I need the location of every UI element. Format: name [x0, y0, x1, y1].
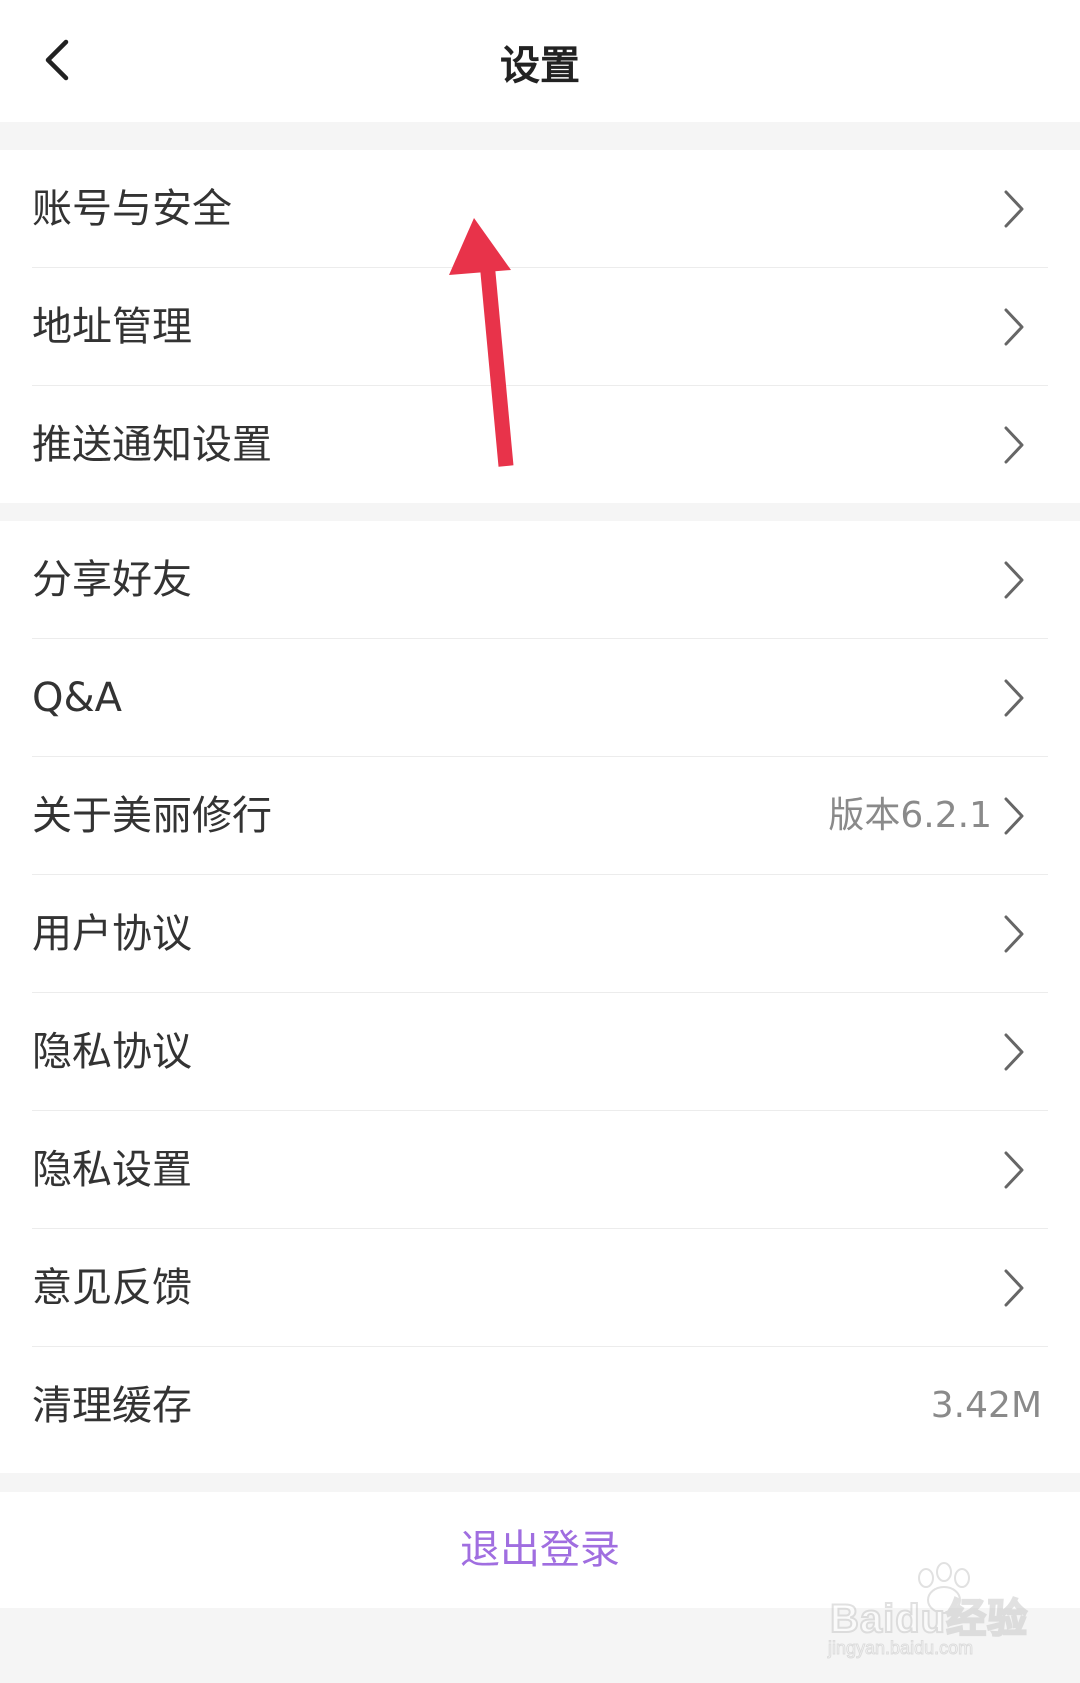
row-label: 推送通知设置 [32, 422, 272, 468]
row-clear-cache[interactable]: 清理缓存 3.42M [0, 1347, 1080, 1465]
row-qa[interactable]: Q&A [0, 639, 1080, 757]
chevron-right-icon [1004, 1151, 1024, 1189]
cache-size-text: 3.42M [930, 1385, 1042, 1426]
row-label: 清理缓存 [32, 1383, 192, 1429]
row-share-friends[interactable]: 分享好友 [0, 521, 1080, 639]
chevron-right-icon [1004, 1033, 1024, 1071]
row-label: Q&A [32, 675, 123, 721]
chevron-right-icon [1004, 915, 1024, 953]
settings-group-account: 账号与安全 地址管理 推送通知设置 [0, 150, 1080, 503]
row-privacy-agreement[interactable]: 隐私协议 [0, 993, 1080, 1111]
page-title: 设置 [500, 43, 580, 89]
row-label: 分享好友 [32, 557, 192, 603]
baidu-jingyan-watermark: Baidu经验 jingyan.baidu.com [820, 1560, 1050, 1670]
watermark-url: jingyan.baidu.com [827, 1638, 974, 1659]
row-address-management[interactable]: 地址管理 [0, 268, 1080, 386]
chevron-right-icon [1004, 426, 1024, 464]
chevron-right-icon [1004, 308, 1024, 346]
row-account-security[interactable]: 账号与安全 [0, 150, 1080, 268]
row-about[interactable]: 关于美丽修行 版本6.2.1 [0, 757, 1080, 875]
version-text: 版本6.2.1 [828, 795, 992, 836]
chevron-right-icon [1004, 561, 1024, 599]
chevron-right-icon [1004, 1269, 1024, 1307]
chevron-right-icon [1004, 797, 1024, 835]
row-label: 隐私协议 [32, 1029, 192, 1075]
chevron-right-icon [1004, 679, 1024, 717]
row-label: 意见反馈 [32, 1265, 192, 1311]
row-label: 地址管理 [32, 304, 192, 350]
row-label: 关于美丽修行 [32, 793, 272, 839]
row-user-agreement[interactable]: 用户协议 [0, 875, 1080, 993]
top-bar: 设置 [0, 0, 1080, 122]
row-push-notification-settings[interactable]: 推送通知设置 [0, 386, 1080, 504]
row-feedback[interactable]: 意见反馈 [0, 1229, 1080, 1347]
row-privacy-settings[interactable]: 隐私设置 [0, 1111, 1080, 1229]
row-label: 用户协议 [32, 911, 192, 957]
row-label: 账号与安全 [32, 186, 232, 232]
settings-group-general: 分享好友 Q&A 关于美丽修行 版本6.2.1 用户协议 隐私协议 隐私设置 意… [0, 521, 1080, 1473]
chevron-right-icon [1004, 190, 1024, 228]
row-label: 隐私设置 [32, 1147, 192, 1193]
watermark-brand: Baidu经验 [829, 1596, 1029, 1642]
